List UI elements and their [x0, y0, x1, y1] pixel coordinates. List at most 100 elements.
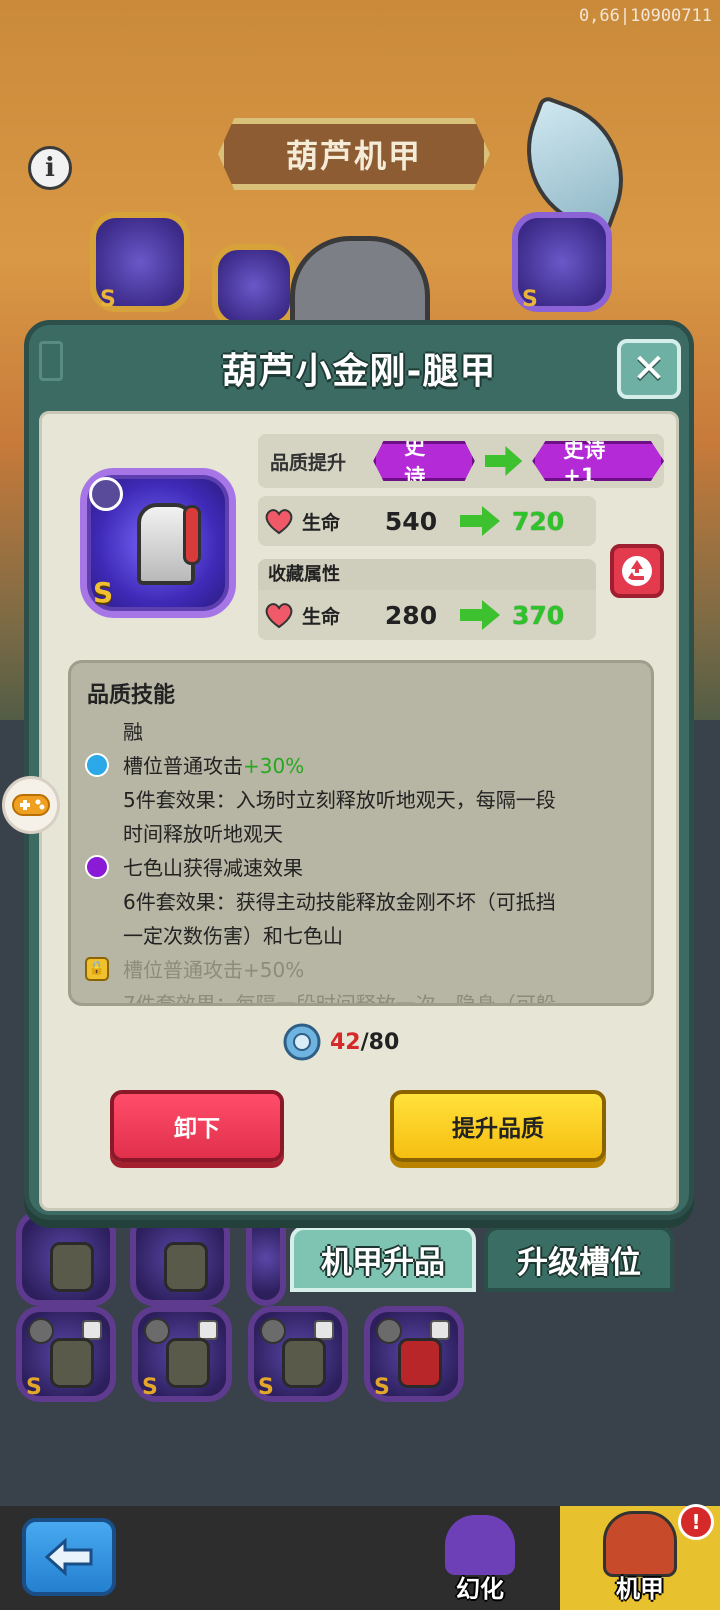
mecha-part-figure — [166, 1338, 210, 1388]
back-arrow-icon — [44, 1537, 93, 1577]
info-button[interactable]: i — [28, 146, 72, 190]
top-slot-chest[interactable] — [212, 244, 296, 328]
transform-icon — [445, 1515, 515, 1575]
info-icon: i — [45, 153, 55, 183]
gamepad-icon — [12, 794, 50, 816]
modal-body: S 品质提升 史诗 史诗+1 生命 540 720 收藏属性 生命 280 37… — [39, 411, 679, 1211]
equipment-slot-locked[interactable]: S — [364, 1306, 464, 1402]
mecha-head-icon — [603, 1511, 677, 1577]
mecha-part-figure — [398, 1338, 442, 1388]
lock-icon: 🔒 — [85, 957, 109, 981]
collection-label: 生命 — [302, 605, 341, 628]
collection-from: 280 — [384, 600, 438, 630]
upgrade-quality-button[interactable]: 提升品质 — [390, 1090, 606, 1162]
stat-label: 生命 — [302, 511, 341, 534]
equipment-slot[interactable] — [16, 1210, 116, 1306]
cost-separator: / — [360, 1029, 369, 1055]
top-slot-weapon[interactable]: S — [90, 212, 190, 312]
upgrade-label: 提升品质 — [452, 1116, 544, 1142]
collection-stat-row: 生命 280 370 — [258, 590, 596, 640]
skill-heading: 品质技能 — [87, 683, 176, 708]
recycle-button[interactable] — [610, 544, 664, 598]
collection-header: 收藏属性 — [258, 559, 596, 591]
mecha-part-figure — [282, 1338, 326, 1388]
gear-part-icon — [283, 1023, 321, 1061]
quality-to-tag: 史诗+1 — [532, 441, 664, 481]
modal-header: 葫芦小金刚-腿甲 — [29, 325, 689, 411]
stat-to: 720 — [512, 506, 565, 536]
quality-upgrade-row: 品质提升 史诗 史诗+1 — [258, 434, 664, 488]
slot-type-badge — [89, 477, 123, 511]
tier1-desc-line1: 5件套效果：入场时立刻释放听地观天，每隔一段 — [123, 788, 556, 812]
version-label: 0,66|10900711 — [578, 6, 712, 26]
lock-icon — [314, 1320, 334, 1340]
rank-label: S — [142, 1375, 158, 1400]
stat-from: 540 — [384, 506, 438, 536]
upgrade-cost: 42 / 80 — [282, 1022, 399, 1062]
slot-type-icon — [376, 1318, 402, 1344]
cost-have: 42 — [330, 1029, 361, 1055]
equipment-slot[interactable] — [130, 1210, 230, 1306]
tab-slot-upgrade-label: 升级槽位 — [517, 1244, 641, 1281]
arrow-right-icon — [460, 600, 500, 630]
equipment-detail-modal: 葫芦小金刚-腿甲 ✕ S 品质提升 史诗 史诗+1 生命 540 720 收藏属… — [24, 320, 694, 1220]
tab-mecha-upgrade[interactable]: 机甲升品 — [290, 1226, 476, 1292]
rank-label: S — [100, 287, 116, 312]
modal-title: 葫芦小金刚-腿甲 — [221, 351, 497, 392]
tier1-bonus: +30% — [243, 754, 305, 778]
lock-icon — [198, 1320, 218, 1340]
quality-from-tag: 史诗 — [373, 441, 475, 481]
tab-slot-upgrade[interactable]: 升级槽位 — [484, 1226, 674, 1292]
leg-armor-icon: S — [80, 468, 236, 618]
close-button[interactable]: ✕ — [617, 339, 681, 399]
quality-skill-panel[interactable]: 品质技能 融 槽位普通攻击+30% 5件套效果：入场时立刻释放听地观天，每隔一段… — [68, 660, 654, 1006]
equipment-slot-locked[interactable]: S — [16, 1306, 116, 1402]
alert-icon: ! — [691, 1510, 701, 1534]
heart-icon — [265, 509, 293, 535]
fusion-label: 融 — [123, 720, 143, 744]
item-rank: S — [93, 576, 114, 609]
tier1-name: 槽位普通攻击 — [123, 754, 243, 778]
remove-label: 卸下 — [174, 1116, 220, 1142]
rank-label: S — [522, 287, 538, 312]
equipment-slot[interactable] — [246, 1210, 286, 1306]
tier2-title: 七色山获得减速效果 — [123, 856, 303, 880]
alert-badge: ! — [678, 1504, 714, 1540]
scene-title-plate: 葫芦机甲 — [218, 118, 490, 190]
armor-accent — [183, 505, 201, 565]
equipment-slot-locked[interactable]: S — [248, 1306, 348, 1402]
quality-to: 史诗+1 — [563, 438, 606, 488]
tier3-desc-partial: 7件套效果：每隔一段时间释放一次，隐身（可躲 — [123, 992, 556, 1006]
tier3-title: 槽位普通攻击+50% — [123, 958, 305, 982]
arrow-right-icon — [460, 506, 500, 536]
back-button[interactable] — [22, 1518, 116, 1596]
nav-mecha-label: 机甲 — [616, 1575, 664, 1603]
mecha-part-figure — [50, 1242, 94, 1292]
slot-type-icon — [144, 1318, 170, 1344]
tier2-desc-line1: 6件套效果：获得主动技能释放金刚不坏（可抵挡 — [123, 890, 556, 914]
tier1-dot-icon — [85, 753, 109, 777]
tier1-desc-line2: 时间释放听地观天 — [123, 822, 283, 846]
equipment-slot-locked[interactable]: S — [132, 1306, 232, 1402]
slot-type-icon — [28, 1318, 54, 1344]
mecha-part-figure — [164, 1242, 208, 1292]
slot-type-icon — [260, 1318, 286, 1344]
nav-transform[interactable]: 幻化 — [420, 1506, 540, 1610]
rank-label: S — [258, 1375, 274, 1400]
quality-label: 品质提升 — [270, 451, 347, 474]
hp-stat-row: 生命 540 720 — [258, 496, 596, 546]
quality-from: 史诗 — [404, 435, 426, 489]
top-slot-arm[interactable]: S — [512, 212, 612, 312]
remove-button[interactable]: 卸下 — [110, 1090, 284, 1162]
lock-icon — [82, 1320, 102, 1340]
rank-label: S — [374, 1375, 390, 1400]
arrow-right-icon — [484, 446, 523, 476]
tab-mecha-upgrade-label: 机甲升品 — [321, 1244, 445, 1281]
mecha-part-figure — [50, 1338, 94, 1388]
recycle-icon — [622, 556, 652, 586]
heart-icon — [265, 603, 293, 629]
scene-title: 葫芦机甲 — [285, 137, 422, 175]
collection-to: 370 — [512, 600, 565, 630]
gamepad-button[interactable] — [2, 776, 60, 834]
tier2-desc-line2: 一定次数伤害）和七色山 — [123, 924, 343, 948]
